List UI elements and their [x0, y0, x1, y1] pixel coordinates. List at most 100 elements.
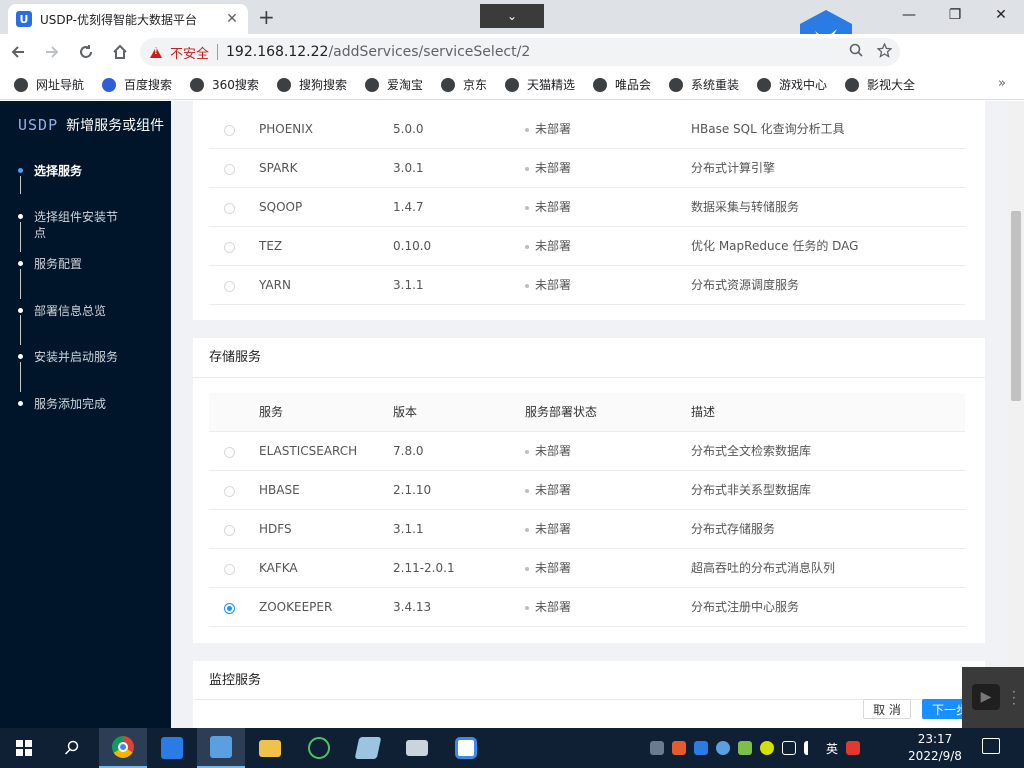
- close-window-button[interactable]: ✕: [978, 0, 1024, 30]
- step-deploy-overview[interactable]: 部署信息总览: [18, 303, 158, 319]
- service-radio[interactable]: [224, 164, 235, 175]
- step-select-services[interactable]: 选择服务: [18, 163, 158, 179]
- search-icon: [64, 740, 79, 755]
- globe-icon: [593, 77, 607, 92]
- widget-menu-icon[interactable]: · · ·: [1012, 686, 1016, 710]
- status-dot-icon: [525, 566, 529, 571]
- tray-plus-icon[interactable]: [760, 741, 774, 755]
- bookmark-star-icon[interactable]: [876, 42, 893, 62]
- bookmark-item[interactable]: 唯品会: [593, 76, 651, 93]
- service-radio[interactable]: [224, 525, 235, 536]
- insecure-label[interactable]: 不安全: [170, 43, 209, 62]
- bookmark-item[interactable]: 京东: [440, 76, 487, 93]
- tray-bird-icon[interactable]: [694, 741, 708, 755]
- ime-indicator[interactable]: 英: [826, 740, 838, 757]
- service-row[interactable]: TEZ 0.10.0 未部署 优化 MapReduce 任务的 DAG: [209, 227, 965, 266]
- bookmarks-overflow-icon[interactable]: »: [998, 76, 1006, 91]
- bookmark-item[interactable]: 游戏中心: [757, 76, 827, 93]
- tray-tool-icon[interactable]: [672, 741, 686, 755]
- bookmark-item[interactable]: 影视大全: [845, 76, 915, 93]
- bookmark-item[interactable]: 爱淘宝: [364, 76, 423, 93]
- service-radio[interactable]: [224, 242, 235, 253]
- bookmark-item[interactable]: 网址导航: [14, 76, 84, 93]
- taskbar-app-circles[interactable]: [295, 728, 343, 768]
- tray-green-icon[interactable]: [738, 741, 752, 755]
- cancel-button[interactable]: 取 消: [863, 699, 911, 719]
- step-select-nodes[interactable]: 选择组件安装节点: [18, 209, 158, 241]
- bookmark-item[interactable]: 百度搜索: [102, 76, 172, 93]
- bookmark-item[interactable]: 搜狗搜索: [276, 76, 347, 93]
- tray-app-icon[interactable]: [650, 741, 664, 755]
- tab-close-icon[interactable]: ✕: [224, 11, 240, 27]
- service-radio[interactable]: [224, 281, 235, 292]
- service-radio[interactable]: [224, 564, 235, 575]
- status-dot-icon: [525, 166, 529, 171]
- home-icon[interactable]: [104, 36, 136, 68]
- service-row[interactable]: KAFKA 2.11-2.0.1 未部署 超高吞吐的分布式消息队列: [209, 549, 965, 588]
- service-radio[interactable]: [224, 125, 235, 136]
- sogou-ime-icon[interactable]: [846, 741, 861, 755]
- service-description: 数据采集与转储服务: [691, 200, 800, 214]
- taskbar-app-cloud[interactable]: [442, 728, 490, 768]
- media-play-icon[interactable]: ▶: [972, 684, 1000, 710]
- step-service-config[interactable]: 服务配置: [18, 256, 158, 272]
- bookmark-item[interactable]: 系统重装: [669, 76, 739, 93]
- service-radio[interactable]: [224, 603, 235, 614]
- system-clock[interactable]: 23:17 2022/9/8: [895, 731, 975, 765]
- forward-arrow-icon[interactable]: [36, 36, 68, 68]
- service-row[interactable]: PHOENIX 5.0.0 未部署 HBase SQL 化查询分析工具: [209, 110, 965, 149]
- taskbar-bird-app[interactable]: [148, 728, 196, 768]
- service-row[interactable]: SQOOP 1.4.7 未部署 数据采集与转储服务: [209, 188, 965, 227]
- bookmark-label: 爱淘宝: [386, 78, 423, 92]
- taskbar-app-book[interactable]: [344, 728, 392, 768]
- taskbar-explorer[interactable]: [246, 728, 294, 768]
- globe-icon: [440, 77, 455, 92]
- page-scrollbar[interactable]: [1008, 101, 1024, 728]
- notification-icon[interactable]: [982, 738, 1000, 754]
- service-radio[interactable]: [224, 203, 235, 214]
- status-text: 未部署: [535, 561, 572, 575]
- address-bar[interactable]: 不安全 192.168.12.22 /addServices/serviceSe…: [140, 38, 900, 66]
- service-row[interactable]: ZOOKEEPER 3.4.13 未部署 分布式注册中心服务: [209, 588, 965, 627]
- taskbar-app-computer[interactable]: [393, 728, 441, 768]
- service-row[interactable]: ELASTICSEARCH 7.8.0 未部署 分布式全文检索数据库: [209, 432, 965, 471]
- start-button[interactable]: [0, 728, 48, 768]
- back-arrow-icon[interactable]: [2, 36, 34, 68]
- taskbar-remote-app[interactable]: [197, 728, 245, 768]
- warning-icon[interactable]: [150, 46, 162, 58]
- status-text: 未部署: [535, 444, 572, 458]
- floating-media-widget[interactable]: ▶ · · ·: [962, 667, 1024, 728]
- service-name: ZOOKEEPER: [259, 600, 333, 614]
- browser-tab[interactable]: U USDP-优刻得智能大数据平台 ✕: [8, 4, 248, 34]
- tray-cloud-icon[interactable]: [716, 741, 730, 755]
- steps-connector-line: [20, 362, 21, 392]
- volume-muted-icon[interactable]: [804, 741, 818, 755]
- step-complete[interactable]: 服务添加完成: [18, 396, 158, 412]
- service-radio[interactable]: [224, 447, 235, 458]
- service-radio[interactable]: [224, 486, 235, 497]
- service-name: HDFS: [259, 522, 292, 536]
- service-row[interactable]: HBASE 2.1.10 未部署 分布式非关系型数据库: [209, 471, 965, 510]
- service-row[interactable]: HDFS 3.1.1 未部署 分布式存储服务: [209, 510, 965, 549]
- step-install-start[interactable]: 安装并启动服务: [18, 349, 158, 365]
- zoom-search-icon[interactable]: [849, 43, 863, 62]
- page-scrollbar-thumb[interactable]: [1011, 211, 1021, 401]
- url-host[interactable]: 192.168.12.22: [226, 44, 328, 60]
- tab-search-dropdown-icon[interactable]: ⌄: [480, 4, 544, 28]
- search-button[interactable]: [48, 728, 96, 768]
- service-version: 3.0.1: [393, 161, 424, 175]
- restore-button[interactable]: ❐: [932, 0, 978, 30]
- service-row[interactable]: SPARK 3.0.1 未部署 分布式计算引擎: [209, 149, 965, 188]
- monitor-section-title: 监控服务: [209, 673, 262, 688]
- network-icon[interactable]: [782, 741, 796, 755]
- bookmark-item[interactable]: 天猫精选: [504, 76, 575, 93]
- service-name: KAFKA: [259, 561, 298, 575]
- minimize-button[interactable]: —: [886, 0, 932, 30]
- service-row[interactable]: YARN 3.1.1 未部署 分布式资源调度服务: [209, 266, 965, 305]
- new-tab-button[interactable]: +: [258, 5, 275, 29]
- taskbar-chrome[interactable]: [99, 728, 147, 768]
- bookmark-item[interactable]: 360搜索: [190, 76, 259, 93]
- service-version: 2.1.10: [393, 483, 432, 497]
- reload-icon[interactable]: [70, 36, 102, 68]
- url-path[interactable]: /addServices/serviceSelect/2: [328, 44, 530, 60]
